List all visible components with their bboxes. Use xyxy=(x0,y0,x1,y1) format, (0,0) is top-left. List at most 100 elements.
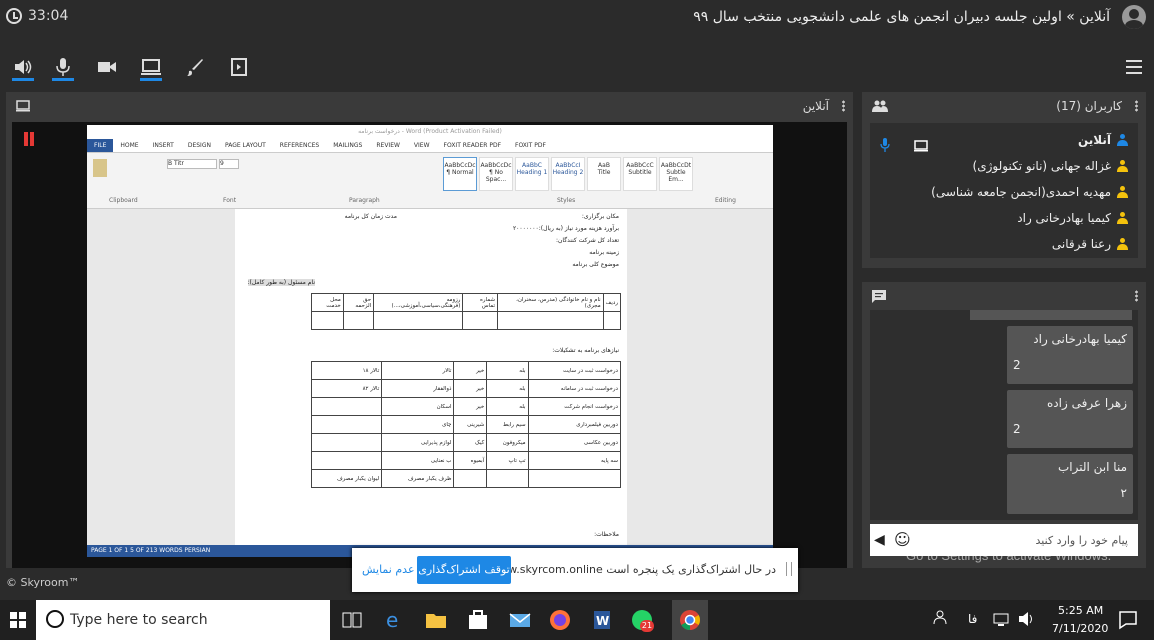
word-tab[interactable]: VIEW xyxy=(407,139,437,152)
stage-more-icon[interactable] xyxy=(842,100,845,112)
word-tab[interactable]: REVIEW xyxy=(369,139,407,152)
mail-icon[interactable] xyxy=(508,608,532,632)
message-text: 2 xyxy=(1013,358,1021,372)
screen-share-active-indicator xyxy=(140,78,162,81)
word-ribbon: B Titr 9 AaBbCcDc ¶ Normal AaBbCcDc ¶ No S… xyxy=(87,153,773,209)
hide-button[interactable]: عدم نمایش xyxy=(362,563,415,576)
pause-icon[interactable] xyxy=(22,132,36,146)
paste-icon[interactable] xyxy=(93,159,107,177)
chat-more-icon[interactable] xyxy=(1135,290,1138,302)
hamburger-menu-icon[interactable] xyxy=(1126,60,1142,74)
user-item[interactable]: مهدیه احمدی(انجمن جامعه شناسی) xyxy=(931,185,1128,199)
file-explorer-icon[interactable] xyxy=(424,608,448,632)
table-cell: کیک xyxy=(453,433,488,452)
user-icon xyxy=(1117,160,1128,172)
style-subtitle[interactable]: AaBbCcC Subtitle xyxy=(623,157,657,191)
table-cell: درخواست انجام شرکت xyxy=(527,397,622,416)
emoji-icon[interactable]: ☺ xyxy=(894,530,911,549)
word-tab[interactable]: FOXIT READER PDF xyxy=(437,139,508,152)
style-title[interactable]: AaB Title xyxy=(587,157,621,191)
users-more-icon[interactable] xyxy=(1135,100,1138,112)
word-tab[interactable]: PAGE LAYOUT xyxy=(218,139,273,152)
title-bar: 33:04 آنلاین » اولین جلسه دبیران انجمن ه… xyxy=(0,0,1154,36)
user-name: کیمیا بهادرخانی راد xyxy=(1017,211,1111,225)
doc-line: برآورد هزینه مورد نیاز (به ریال):۲۰۰۰۰۰۰… xyxy=(512,225,619,232)
taskbar-search[interactable]: Type here to search xyxy=(36,600,330,640)
language-indicator[interactable]: فا xyxy=(968,612,977,626)
action-center-icon[interactable] xyxy=(1118,610,1138,630)
share-notification: در حال اشتراک‌گذاری یک پنجره است www.sky… xyxy=(352,548,798,592)
word-tab[interactable]: FOXIT PDF xyxy=(508,139,553,152)
monitor-icon[interactable] xyxy=(914,137,928,156)
style-heading1[interactable]: AaBbC Heading 1 xyxy=(515,157,549,191)
whiteboard-icon[interactable] xyxy=(184,56,206,78)
user-icon xyxy=(1117,212,1128,224)
grip-icon[interactable] xyxy=(786,562,792,576)
task-view-icon[interactable] xyxy=(340,608,364,632)
style-normal[interactable]: AaBbCcDc ¶ Normal xyxy=(443,157,477,191)
media-toolbar xyxy=(0,48,1154,88)
clock-time[interactable]: 5:25 AM xyxy=(1058,604,1103,617)
message-author: زهرا عرفی زاده xyxy=(1047,396,1127,410)
microphone-icon[interactable] xyxy=(880,137,890,156)
store-icon[interactable] xyxy=(466,608,490,632)
screen-share-icon[interactable] xyxy=(140,56,162,78)
table-cell: آبمیوه xyxy=(453,451,488,470)
people-icon[interactable] xyxy=(932,608,956,632)
chat-input[interactable]: پیام خود را وارد کنید ◀ ☺ xyxy=(870,524,1138,556)
word-title: درخواست برنامه - Word (Product Activatio… xyxy=(87,125,773,139)
table-cell: تالار xyxy=(381,361,455,380)
cortana-icon xyxy=(46,610,64,628)
table-cell: خیر xyxy=(453,379,488,398)
style-heading2[interactable]: AaBbCcI Heading 2 xyxy=(551,157,585,191)
network-icon[interactable] xyxy=(992,612,1010,626)
table-cell: سه پایه xyxy=(527,451,622,470)
font-name-select[interactable]: B Titr xyxy=(167,159,217,169)
user-icon xyxy=(1117,186,1128,198)
edge-icon[interactable]: e xyxy=(382,608,406,632)
stage-panel-title: آنلاین xyxy=(802,99,829,113)
style-subtle-emphasis[interactable]: AaBbCcDt Subtle Em... xyxy=(659,157,693,191)
user-name: آنلاین xyxy=(1077,133,1111,147)
style-label: Subtle Em... xyxy=(666,169,686,183)
clock-date[interactable]: 7/11/2020 xyxy=(1052,622,1108,635)
word-tab[interactable]: MAILINGS xyxy=(326,139,369,152)
user-item[interactable]: رعنا قرقانی xyxy=(1052,237,1128,251)
table-header: رزومه (فرهنگی،سیاسی،آموزشی،...) xyxy=(373,293,464,312)
firefox-icon[interactable] xyxy=(548,608,572,632)
style-sample: AaBbC xyxy=(522,162,542,169)
chrome-icon[interactable] xyxy=(678,608,702,632)
word-tab[interactable]: INSERT xyxy=(146,139,181,152)
microphone-icon[interactable] xyxy=(52,56,74,78)
user-avatar-icon[interactable] xyxy=(1122,5,1146,29)
windows-start-icon[interactable] xyxy=(10,612,26,632)
style-no-spacing[interactable]: AaBbCcDc ¶ No Spac... xyxy=(479,157,513,191)
volume-icon[interactable] xyxy=(1018,610,1036,628)
user-item[interactable]: کیمیا بهادرخانی راد xyxy=(1017,211,1128,225)
camera-icon[interactable] xyxy=(96,56,118,78)
table-cell: اسکان xyxy=(381,397,455,416)
word-icon[interactable]: W xyxy=(590,608,614,632)
ribbon-group-label: Paragraph xyxy=(349,197,380,204)
table-cell: ب نعنایی xyxy=(381,451,455,470)
word-tab[interactable]: HOME xyxy=(113,139,145,152)
message-author: کیمیا بهادرخانی راد xyxy=(1033,332,1127,346)
table-cell xyxy=(310,433,383,452)
message-bubble xyxy=(970,310,1132,320)
send-icon[interactable]: ◀ xyxy=(874,532,885,548)
font-size-select[interactable]: 9 xyxy=(219,159,239,169)
file-icon[interactable] xyxy=(228,56,250,78)
chat-input-placeholder: پیام خود را وارد کنید xyxy=(1035,534,1128,547)
user-item[interactable]: آنلاین xyxy=(1078,133,1128,147)
word-tab[interactable]: DESIGN xyxy=(181,139,218,152)
speaker-icon[interactable] xyxy=(12,56,34,78)
style-sample: AaBbCcDc xyxy=(480,162,512,169)
style-sample: AaBbCcC xyxy=(626,162,654,169)
stop-sharing-button[interactable]: توقف اشتراک‌گذاری xyxy=(417,556,511,584)
word-tab[interactable]: REFERENCES xyxy=(273,139,326,152)
user-item[interactable]: غزاله جهانی (نانو تکنولوژی) xyxy=(973,159,1128,173)
word-tab[interactable]: FILE xyxy=(87,139,114,152)
word-document-area: مکان برگزاری: مدت زمان کل برنامه برآورد … xyxy=(87,209,773,545)
user-name: مهدیه احمدی(انجمن جامعه شناسی) xyxy=(931,185,1111,199)
table-cell: درخواست ثبت در سامانه xyxy=(527,379,622,398)
